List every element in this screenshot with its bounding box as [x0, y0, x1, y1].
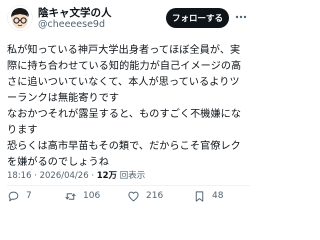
follow-button[interactable]: フォローする [166, 8, 229, 28]
reply-icon [8, 191, 19, 201]
bookmark-count: 48 [212, 191, 224, 201]
post-body-line: ーランクは無能寄りです [7, 93, 120, 104]
post-header: 陰キャ文学の人 @cheeeese9d フォローする [0, 0, 250, 40]
reply-count: 7 [26, 191, 32, 201]
repost-button[interactable]: 106 [64, 186, 100, 206]
post-body-line: 恐らくは高市早苗もその類で、だからこそ官僚レク [7, 141, 241, 152]
post-time[interactable]: 18:16 [7, 171, 32, 181]
views-label: 回表示 [119, 171, 146, 181]
bookmark-icon [195, 190, 204, 202]
display-name[interactable]: 陰キャ文学の人 [38, 5, 112, 20]
reply-button[interactable]: 7 [7, 186, 32, 206]
like-count: 216 [146, 191, 164, 201]
post-date[interactable]: 2026/04/26 [40, 171, 89, 181]
post-body-line: 際に持ち合わせている知的能力が自己イメージの高 [7, 61, 242, 72]
post-body-line: さに追いついていなくて、本人が思っているよりツ [7, 77, 240, 88]
post-body-line: 私が知っている神戸大学出身者ってほぼ全員が、実 [7, 45, 241, 56]
like-button[interactable]: 216 [127, 186, 163, 206]
repost-icon [65, 192, 76, 200]
repost-count: 106 [83, 191, 101, 201]
post-meta: 18:16 · 2026/04/26 · 12万 回表示 [7, 169, 145, 181]
heart-icon [128, 191, 139, 201]
post-body-line: ります [7, 125, 38, 136]
post-body-line: なおかつそれが露呈すると、ものすごく不機嫌にな [7, 109, 242, 120]
action-bar: 7 106 216 48 [0, 186, 250, 206]
avatar[interactable] [7, 5, 33, 31]
more-options-icon[interactable] [235, 10, 247, 24]
user-handle[interactable]: @cheeeese9d [38, 19, 105, 30]
bookmark-button[interactable]: 48 [193, 186, 223, 206]
post-body: 私が知っている神戸大学出身者ってほぼ全員が、実 際に持ち合わせている知的能力が自… [7, 43, 247, 171]
views-count: 12万 [96, 171, 118, 181]
